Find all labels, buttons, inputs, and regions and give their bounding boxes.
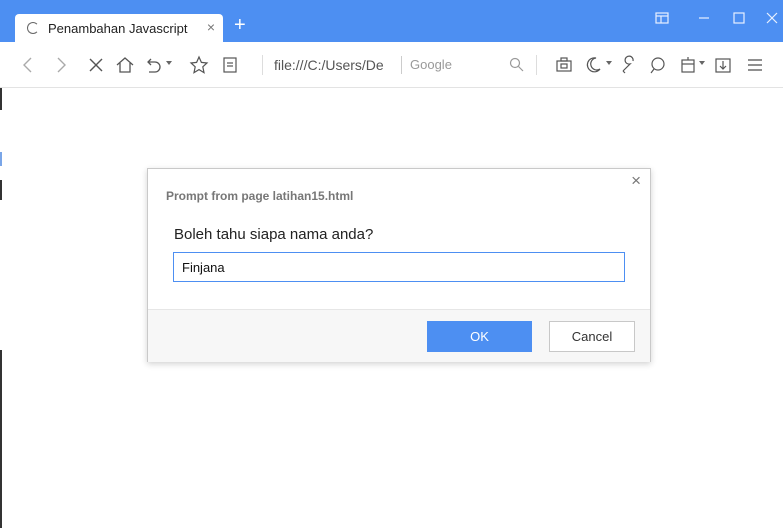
address-divider [401, 56, 402, 74]
edge-marker [0, 88, 2, 110]
tab-layout-icon[interactable] [655, 11, 669, 25]
prompt-input[interactable] [173, 252, 625, 282]
dialog-message: Boleh tahu siapa nama anda? [174, 226, 374, 243]
night-mode-dropdown-icon[interactable] [606, 61, 612, 65]
cancel-button[interactable]: Cancel [549, 321, 635, 352]
stop-loading-icon[interactable] [86, 55, 106, 75]
extensions-icon[interactable] [678, 55, 698, 75]
download-icon[interactable] [713, 55, 733, 75]
undo-dropdown-icon[interactable] [166, 61, 172, 65]
night-mode-icon[interactable] [583, 55, 603, 75]
loading-spinner-icon [27, 22, 39, 34]
extensions-dropdown-icon[interactable] [699, 61, 705, 65]
undo-close-tab-icon[interactable] [143, 55, 163, 75]
tab-title: Penambahan Javascript [48, 20, 188, 36]
dialog-footer: OK Cancel [148, 309, 650, 362]
edge-marker [0, 152, 2, 166]
dialog-close-icon[interactable]: × [631, 171, 641, 191]
edge-marker [0, 350, 2, 528]
prompt-dialog: Prompt from page latihan15.html × Boleh … [147, 168, 651, 362]
new-tab-button[interactable]: + [234, 15, 246, 35]
dialog-header: Prompt from page latihan15.html [166, 189, 354, 203]
toolbar-separator [536, 55, 537, 75]
screenshot-icon[interactable] [554, 55, 574, 75]
reader-mode-icon[interactable] [220, 55, 240, 75]
menu-icon[interactable] [745, 55, 765, 75]
maximize-button[interactable] [732, 11, 746, 25]
address-bar[interactable]: file:///C:/Users/De [274, 54, 400, 76]
ok-button[interactable]: OK [427, 321, 532, 352]
edge-marker [0, 180, 2, 200]
minimize-button[interactable] [697, 11, 711, 25]
close-window-button[interactable] [765, 11, 779, 25]
browser-tab[interactable]: Penambahan Javascript × [15, 14, 223, 42]
tab-close-icon[interactable]: × [207, 19, 215, 35]
toolbar-separator [262, 55, 263, 75]
search-icon[interactable] [509, 57, 524, 77]
tools-wrench-icon[interactable] [619, 55, 639, 75]
navigation-toolbar: file:///C:/Users/De Google [0, 42, 783, 88]
find-icon[interactable] [648, 55, 668, 75]
home-icon[interactable] [115, 55, 135, 75]
back-icon[interactable] [18, 55, 38, 75]
title-bar: Penambahan Javascript × + [0, 0, 783, 42]
favorite-star-icon[interactable] [189, 55, 209, 75]
forward-icon[interactable] [51, 55, 71, 75]
